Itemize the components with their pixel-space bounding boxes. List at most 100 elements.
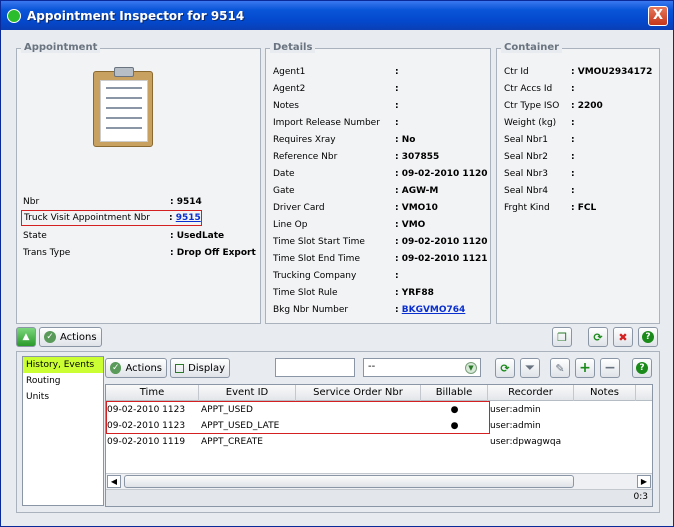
add-button[interactable]: + — [575, 358, 595, 378]
appointment-panel: Appointment Nbr : 9514 Truck Visit Appoi… — [16, 42, 261, 324]
filter-dropdown-icon: ▼ — [465, 362, 477, 374]
weight-kg-row: Weight (kg): — [504, 116, 656, 130]
seal-nbr3-label: Seal Nbr3 — [504, 169, 548, 179]
funnel-icon: ⏷ — [525, 361, 535, 374]
weight-kg-label: Weight (kg) — [504, 118, 557, 128]
cell-time: 09-02-2010 1123 — [107, 421, 186, 431]
frght-kind-row: Frght Kind : FCL — [504, 201, 656, 215]
search-input[interactable] — [275, 358, 355, 377]
agent2-label: Agent2 — [273, 84, 306, 94]
edit-button[interactable]: ✎ — [550, 358, 570, 378]
seal-nbr1-row: Seal Nbr1: — [504, 133, 656, 147]
seal-nbr4-label: Seal Nbr4 — [504, 186, 548, 196]
time-slot-start-time-label: Time Slot Start Time — [273, 237, 365, 247]
col-notes[interactable]: Notes — [574, 385, 636, 401]
actions-button[interactable]: ✓ Actions — [39, 327, 102, 347]
grid-filter-button[interactable]: ⏷ — [520, 358, 540, 378]
trucking-company-label: Trucking Company — [273, 271, 357, 281]
truck-visit-appt-link[interactable]: 9515 — [176, 213, 201, 223]
col-event-id[interactable]: Event ID — [199, 385, 296, 401]
cell-recorder: user:dpwagwqa — [490, 437, 562, 447]
nav-item-routing[interactable]: Routing — [23, 373, 103, 389]
seal-nbr2-row: Seal Nbr2: — [504, 150, 656, 164]
cell-notes — [576, 402, 636, 418]
cell-billable: ● — [450, 405, 459, 415]
cell-order — [298, 434, 421, 450]
cell-event: APPT_CREATE — [201, 437, 263, 447]
seal-nbr1-label: Seal Nbr1 — [504, 135, 548, 145]
grid-help-button[interactable]: ? — [632, 358, 652, 378]
time-slot-rule-label: Time Slot Rule — [273, 288, 338, 298]
ctr-id-value: : VMOU2934172 — [571, 67, 653, 77]
seal-nbr4-row: Seal Nbr4: — [504, 184, 656, 198]
window-title: Appointment Inspector for 9514 — [27, 8, 245, 23]
bkg-nbr-number-link[interactable]: BKGVMO764 — [402, 305, 466, 315]
table-row[interactable]: 09-02-2010 1123 APPT_USED_LATE ● user:admin — [106, 418, 652, 434]
appointment-section-title: Appointment — [21, 42, 101, 53]
trans-type-row: Trans Type : Drop Off Export — [23, 246, 259, 260]
grid-footer: 0:3 — [106, 489, 652, 506]
scroll-thumb[interactable] — [124, 475, 574, 488]
nav-item-units[interactable]: Units — [23, 389, 103, 405]
state-row: State : UsedLate — [23, 229, 253, 243]
cell-event: APPT_USED — [201, 405, 253, 415]
col-billable[interactable]: Billable — [421, 385, 488, 401]
triangle-up-icon: ▲ — [22, 332, 30, 342]
col-service-order-nbr[interactable]: Service Order Nbr — [296, 385, 421, 401]
close-button[interactable]: X — [648, 6, 668, 26]
ctr-accs-id-label: Ctr Accs Id — [504, 84, 553, 94]
agent1-label: Agent1 — [273, 67, 306, 77]
table-row[interactable]: 09-02-2010 1119 APPT_CREATE user:dpwagwqa — [106, 434, 652, 450]
cell-notes — [576, 418, 636, 434]
collapse-button[interactable]: ▲ — [16, 327, 36, 347]
grid-actions-button[interactable]: ✓ Actions — [105, 358, 167, 378]
refresh-icon: ⟳ — [500, 361, 510, 375]
display-button[interactable]: Display — [170, 358, 230, 378]
actions-label: Actions — [60, 331, 97, 343]
help-button[interactable]: ? — [638, 327, 658, 347]
date-row: Date: 09-02-2010 1120 — [273, 167, 487, 181]
nav-item-history-events[interactable]: History, Events — [23, 357, 103, 373]
title-bar[interactable]: Appointment Inspector for 9514 X — [1, 1, 673, 30]
app-icon — [7, 8, 21, 23]
agent1-value: : — [395, 67, 399, 77]
col-time[interactable]: Time — [106, 385, 199, 401]
minus-icon: − — [604, 360, 616, 376]
frght-kind-value: : FCL — [571, 203, 597, 213]
appointment-inspector-window: Appointment Inspector for 9514 X Appoint… — [0, 0, 674, 527]
agent2-row: Agent2: — [273, 82, 487, 96]
line-op-value: : VMO — [395, 220, 426, 230]
container-section-title: Container — [501, 42, 563, 53]
ctr-accs-id-value: : — [571, 84, 575, 94]
scroll-left-icon[interactable]: ◀ — [107, 475, 121, 488]
filter-select[interactable]: -- ▼ — [363, 358, 481, 377]
refresh-button[interactable]: ⟳ — [588, 327, 608, 347]
nbr-label: Nbr — [23, 197, 40, 207]
cell-order — [298, 402, 421, 418]
col-recorder[interactable]: Recorder — [488, 385, 574, 401]
seal-nbr2-label: Seal Nbr2 — [504, 152, 548, 162]
seal-nbr1-value: : — [571, 135, 575, 145]
cell-notes — [576, 434, 636, 450]
table-row[interactable]: 09-02-2010 1123 APPT_USED ● user:admin — [106, 402, 652, 418]
ctr-accs-id-row: Ctr Accs Id: — [504, 82, 656, 96]
state-label: State — [23, 231, 47, 241]
cancel-button[interactable]: ✖ — [613, 327, 633, 347]
grid-refresh-button[interactable]: ⟳ — [495, 358, 515, 378]
copy-button[interactable]: ❐ — [552, 327, 572, 347]
frght-kind-label: Frght Kind — [504, 203, 550, 213]
display-icon — [175, 363, 185, 373]
cell-time: 09-02-2010 1123 — [107, 405, 186, 415]
trans-type-label: Trans Type — [23, 248, 71, 258]
remove-button[interactable]: − — [600, 358, 620, 378]
row-count: 0:3 — [633, 492, 648, 502]
cell-event: APPT_USED_LATE — [201, 421, 280, 431]
check-icon: ✓ — [110, 362, 122, 374]
truck-visit-appt-row: Truck Visit Appointment Nbr : 9515 — [21, 210, 202, 226]
notes-row: Notes: — [273, 99, 487, 113]
scroll-right-icon[interactable]: ▶ — [637, 475, 651, 488]
driver-card-value: : VMO10 — [395, 203, 438, 213]
bkg-nbr-number-row: Bkg Nbr Number: BKGVMO764 — [273, 303, 487, 317]
refresh-icon: ⟳ — [593, 330, 603, 344]
horizontal-scrollbar[interactable]: ◀ ▶ — [106, 473, 652, 489]
